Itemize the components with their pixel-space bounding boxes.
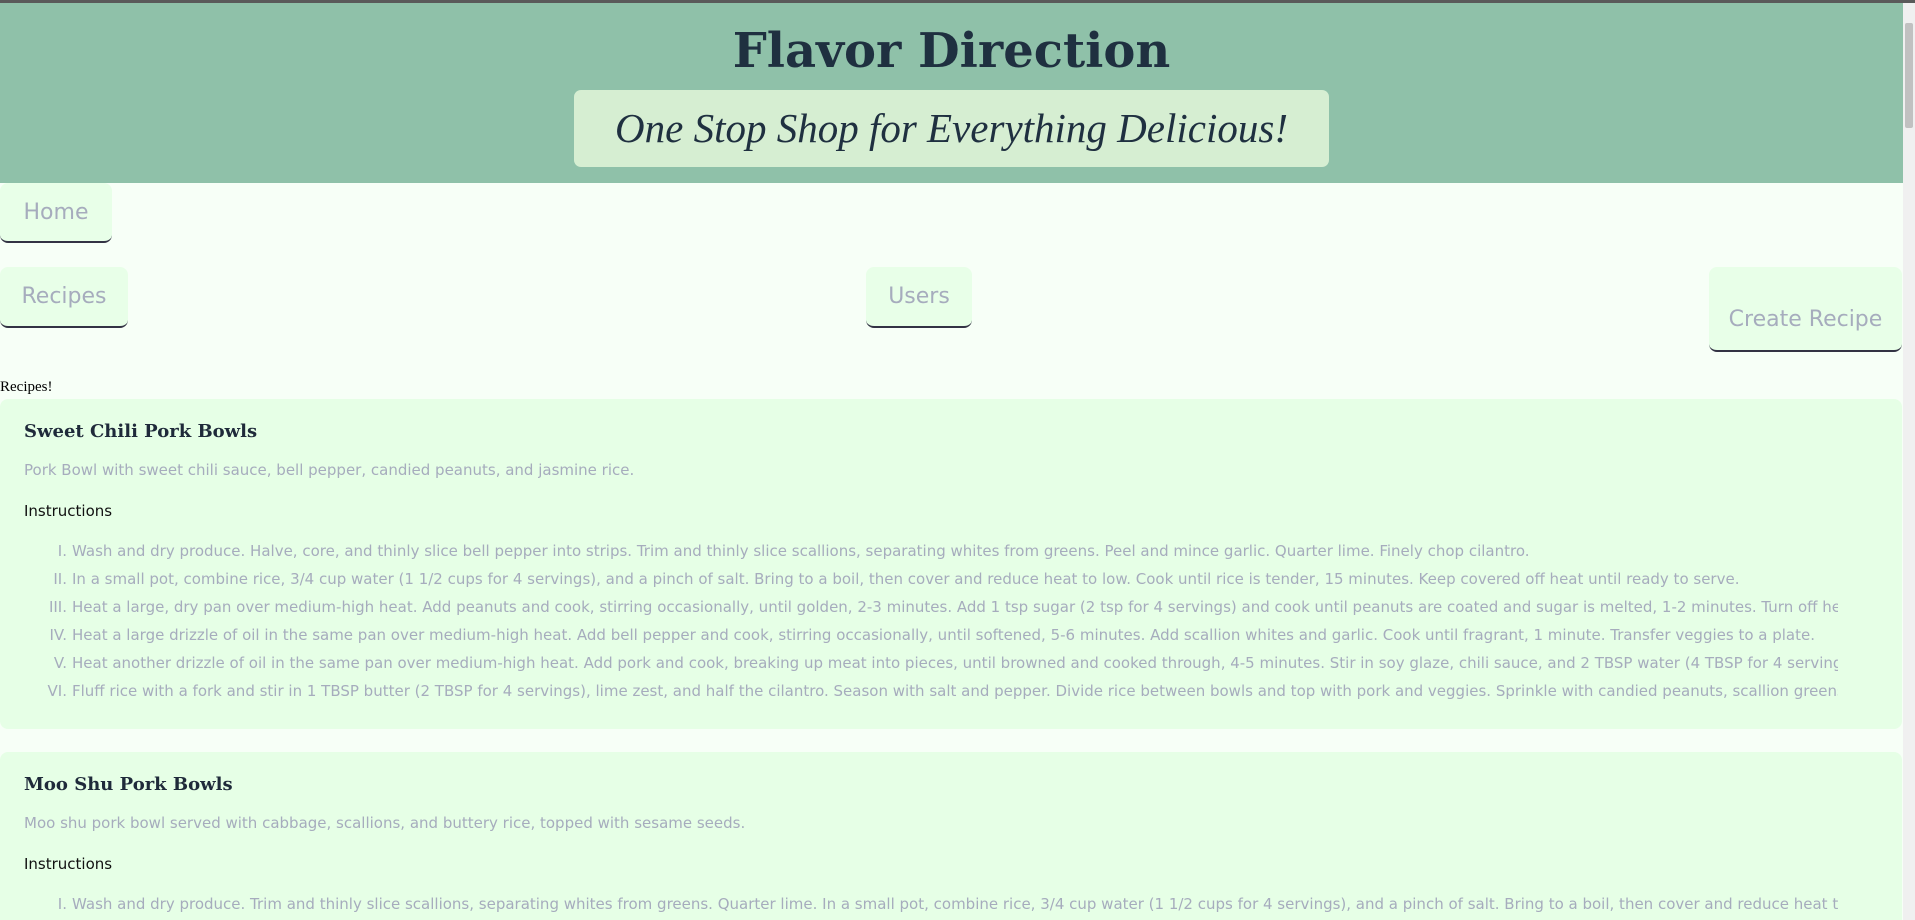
step-number: V.: [53, 654, 67, 672]
instruction-step: V. Heat another drizzle of oil in the sam…: [0, 654, 1838, 682]
step-text: Heat a large, dry pan over medium-high h…: [72, 598, 1838, 616]
instruction-step: VI. Fluff rice with a fork and stir in 1 …: [0, 682, 1838, 710]
instructions-list: I. Wash and dry produce. Trim and thinly …: [0, 895, 1838, 920]
recipe-card[interactable]: Moo Shu Pork Bowls Moo shu pork bowl ser…: [0, 752, 1902, 920]
site-title: Flavor Direction: [732, 23, 1171, 79]
step-text: Heat another drizzle of oil in the same …: [72, 654, 1838, 672]
recipe-card[interactable]: Sweet Chili Pork Bowls Pork Bowl with sw…: [0, 399, 1902, 729]
scrollbar-thumb[interactable]: [1905, 23, 1913, 128]
instructions-list: I. Wash and dry produce. Halve, core, and…: [0, 542, 1838, 710]
page-scrollbar[interactable]: [1903, 3, 1915, 920]
step-text: In a small pot, combine rice, 3/4 cup wa…: [72, 570, 1740, 588]
instruction-step: IV. Heat a large drizzle of oil in the sa…: [0, 626, 1838, 654]
instructions-heading: Instructions: [24, 855, 113, 873]
nav-recipes-button[interactable]: Recipes: [0, 267, 128, 328]
section-label: Recipes!: [0, 379, 53, 395]
step-number: VI.: [47, 682, 67, 700]
step-number: III.: [48, 598, 67, 616]
instructions-heading: Instructions: [24, 502, 113, 520]
step-number: I.: [57, 895, 67, 913]
site-header: Flavor Direction One Stop Shop for Every…: [0, 3, 1903, 183]
nav-home-button[interactable]: Home: [0, 183, 112, 243]
create-recipe-button[interactable]: Create Recipe: [1709, 267, 1902, 352]
instruction-step: III. Heat a large, dry pan over medium-hi…: [0, 598, 1838, 626]
step-text: Wash and dry produce. Halve, core, and t…: [72, 542, 1530, 560]
step-text: Wash and dry produce. Trim and thinly sl…: [72, 895, 1838, 913]
step-number: IV.: [49, 626, 67, 644]
site-subtitle: One Stop Shop for Everything Delicious!: [574, 90, 1329, 167]
instruction-step: I. Wash and dry produce. Trim and thinly …: [0, 895, 1838, 920]
recipe-title: Moo Shu Pork Bowls: [24, 774, 233, 795]
instruction-step: II. In a small pot, combine rice, 3/4 cup…: [0, 570, 1838, 598]
step-text: Fluff rice with a fork and stir in 1 TBS…: [72, 682, 1838, 700]
step-number: II.: [53, 570, 67, 588]
step-number: I.: [57, 542, 67, 560]
step-text: Heat a large drizzle of oil in the same …: [72, 626, 1815, 644]
recipe-title: Sweet Chili Pork Bowls: [24, 421, 258, 442]
instruction-step: I. Wash and dry produce. Halve, core, and…: [0, 542, 1838, 570]
recipe-description: Moo shu pork bowl served with cabbage, s…: [24, 814, 746, 832]
nav-users-button[interactable]: Users: [866, 267, 972, 328]
recipe-description: Pork Bowl with sweet chili sauce, bell p…: [24, 461, 635, 479]
